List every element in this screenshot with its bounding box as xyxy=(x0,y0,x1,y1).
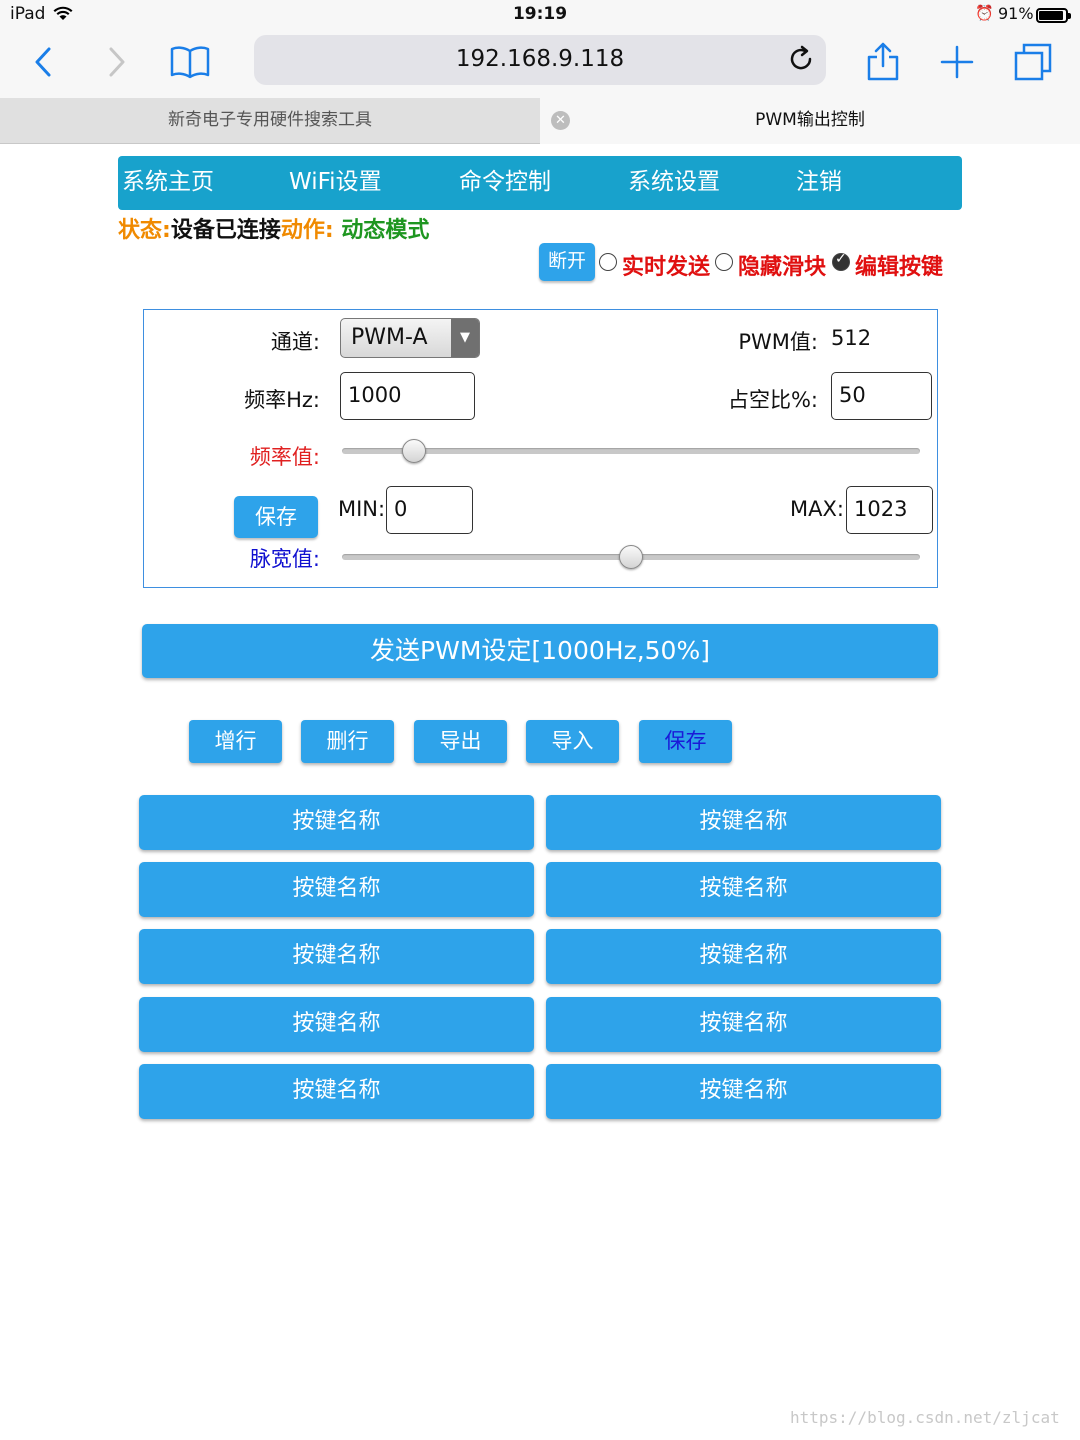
nav-item-system-settings[interactable]: 系统设置 xyxy=(628,156,720,210)
status-value: 设备已连接 xyxy=(170,218,281,243)
save-range-button[interactable]: 保存 xyxy=(234,496,318,538)
nav-item-logout[interactable]: 注销 xyxy=(796,156,842,210)
nav-item-wifi[interactable]: WiFi设置 xyxy=(289,156,382,210)
status-bar: iPad 19:19 ⏰ 91% xyxy=(0,0,1080,30)
url-text: 192.168.9.118 xyxy=(455,46,625,72)
browser-toolbar: 192.168.9.118 xyxy=(0,30,1080,98)
hide-slider-radio[interactable] xyxy=(715,253,733,271)
key-button[interactable]: 按键名称 xyxy=(139,795,534,850)
channel-select[interactable]: PWM-A ▼ xyxy=(340,318,480,358)
key-button[interactable]: 按键名称 xyxy=(139,1064,534,1119)
key-button[interactable]: 按键名称 xyxy=(546,997,941,1052)
tab-label: PWM输出控制 xyxy=(755,110,865,130)
key-button[interactable]: 按键名称 xyxy=(139,862,534,917)
tab-label: 新奇电子专用硬件搜索工具 xyxy=(168,110,372,130)
realtime-radio[interactable] xyxy=(599,253,617,271)
address-bar[interactable]: 192.168.9.118 xyxy=(254,35,826,85)
realtime-label: 实时发送 xyxy=(622,255,711,280)
forward-icon[interactable] xyxy=(92,40,142,84)
back-icon[interactable] xyxy=(18,40,68,84)
key-button[interactable]: 按键名称 xyxy=(546,862,941,917)
frequency-slider[interactable] xyxy=(342,439,920,463)
key-button[interactable]: 按键名称 xyxy=(546,929,941,984)
pulse-width-slider-label: 脉宽值: xyxy=(249,547,320,571)
battery-percent: 91% xyxy=(998,4,1034,23)
status-label: 状态: xyxy=(118,218,171,243)
tabs-overview-icon[interactable] xyxy=(1008,40,1058,84)
slider-thumb[interactable] xyxy=(401,439,426,463)
delete-row-button[interactable]: 删行 xyxy=(301,720,394,763)
new-tab-icon[interactable] xyxy=(932,40,982,84)
send-pwm-button[interactable]: 发送PWM设定[1000Hz,50%] xyxy=(142,624,938,678)
add-row-button[interactable]: 增行 xyxy=(189,720,282,763)
watermark: https://blog.csdn.net/zljcat xyxy=(790,1408,1060,1427)
frequency-input[interactable]: 1000 xyxy=(340,372,475,420)
edit-keys-radio[interactable] xyxy=(832,251,850,271)
frequency-label: 频率Hz: xyxy=(244,388,320,412)
channel-label: 通道: xyxy=(270,330,320,354)
duty-input[interactable]: 50 xyxy=(831,372,932,420)
action-label: 动作: xyxy=(280,218,334,243)
import-button[interactable]: 导入 xyxy=(526,720,619,763)
max-input[interactable]: 1023 xyxy=(846,486,933,534)
min-input[interactable]: 0 xyxy=(386,486,473,534)
save-keys-button[interactable]: 保存 xyxy=(639,720,732,763)
nav-item-command[interactable]: 命令控制 xyxy=(459,156,551,210)
frequency-slider-label: 频率值: xyxy=(249,445,320,469)
key-button[interactable]: 按键名称 xyxy=(546,1064,941,1119)
battery-icon xyxy=(1036,8,1071,23)
bookmarks-icon[interactable] xyxy=(165,40,215,84)
status-line: 状态:设备已连接动作: 动态模式 xyxy=(118,212,429,244)
edit-keys-label: 编辑按键 xyxy=(855,255,944,280)
action-value: 动态模式 xyxy=(341,218,430,243)
pwm-settings-panel: 通道: PWM-A ▼ PWM值: 512 频率Hz: 1000 占空比%: 5… xyxy=(143,309,938,588)
tab-search-tool[interactable]: 新奇电子专用硬件搜索工具 xyxy=(0,98,540,143)
main-nav: 系统主页 WiFi设置 命令控制 系统设置 注销 xyxy=(118,156,962,210)
slider-thumb[interactable] xyxy=(619,545,643,569)
duty-label: 占空比%: xyxy=(727,388,818,412)
tab-pwm-control[interactable]: ✕ PWM输出控制 xyxy=(540,98,1080,144)
close-tab-icon[interactable]: ✕ xyxy=(551,111,570,130)
clock: 19:19 xyxy=(512,4,568,24)
key-button[interactable]: 按键名称 xyxy=(546,795,941,850)
nav-item-home[interactable]: 系统主页 xyxy=(122,156,214,210)
channel-value: PWM-A xyxy=(351,325,428,350)
alarm-icon: ⏰ xyxy=(975,4,994,22)
chevron-down-icon: ▼ xyxy=(451,319,479,357)
max-label: MAX: xyxy=(790,497,844,521)
pulse-width-slider[interactable] xyxy=(342,545,920,569)
hide-slider-label: 隐藏滑块 xyxy=(738,255,827,280)
disconnect-button[interactable]: 断开 xyxy=(539,243,595,281)
pwm-value: 512 xyxy=(831,326,872,350)
key-button[interactable]: 按键名称 xyxy=(139,997,534,1052)
min-label: MIN: xyxy=(338,497,386,521)
slider-track xyxy=(342,448,920,454)
battery-fill xyxy=(1039,11,1063,20)
export-button[interactable]: 导出 xyxy=(414,720,507,763)
pwm-value-label: PWM值: xyxy=(738,330,818,354)
reload-icon[interactable] xyxy=(786,44,816,74)
key-button[interactable]: 按键名称 xyxy=(139,929,534,984)
tab-bar: 新奇电子专用硬件搜索工具 ✕ PWM输出控制 xyxy=(0,98,1080,144)
share-icon[interactable] xyxy=(858,40,908,84)
